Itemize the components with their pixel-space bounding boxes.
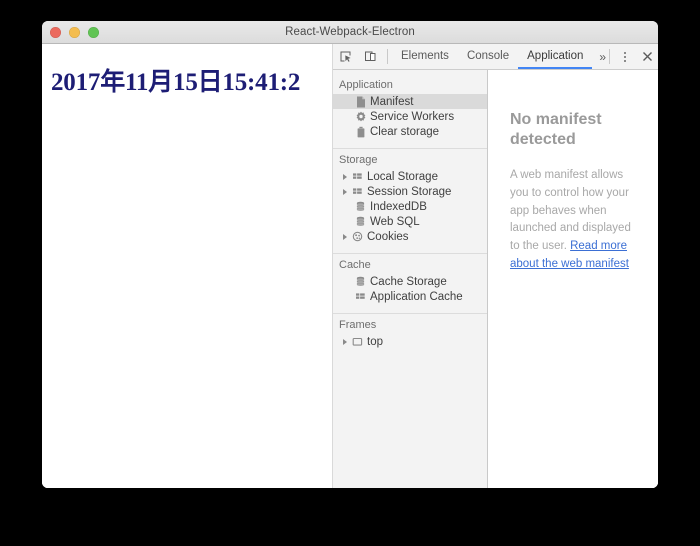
devtools-sidebar: Application Manifest Service Workers Cle… <box>333 70 488 488</box>
database-icon <box>353 201 368 212</box>
sidebar-item-web-sql[interactable]: Web SQL <box>333 214 487 229</box>
devtools-panel: Elements Console Application » Applicati… <box>333 44 658 488</box>
sidebar-item-label: Cookies <box>367 230 409 243</box>
chevron-right-icon[interactable] <box>339 338 350 345</box>
clock-text: 2017年11月15日15:41:2 <box>51 69 301 96</box>
window-titlebar[interactable]: React-Webpack-Electron <box>42 21 658 44</box>
screen: React-Webpack-Electron 2017年11月15日15:41:… <box>0 0 700 546</box>
database-icon <box>353 276 368 287</box>
devtools-toolbar: Elements Console Application » <box>333 44 658 70</box>
sidebar-section-cache: Cache Cache Storage Application Cache <box>333 256 487 308</box>
sidebar-item-top-frame[interactable]: top <box>333 334 487 349</box>
sidebar-item-cache-storage[interactable]: Cache Storage <box>333 274 487 289</box>
gear-icon <box>353 111 368 123</box>
sidebar-item-manifest[interactable]: Manifest <box>333 94 487 109</box>
more-options-icon[interactable] <box>614 44 636 69</box>
section-body-storage: Local Storage Session Storage IndexedDB … <box>333 169 487 248</box>
section-body-cache: Cache Storage Application Cache <box>333 274 487 308</box>
chevron-right-icon[interactable] <box>339 188 350 195</box>
database-icon <box>353 216 368 227</box>
tab-console[interactable]: Console <box>458 44 518 69</box>
sidebar-item-indexeddb[interactable]: IndexedDB <box>333 199 487 214</box>
app-content-pane: 2017年11月15日15:41:2 <box>42 44 333 488</box>
sidebar-item-label: Manifest <box>370 95 414 108</box>
devtools-main: Application Manifest Service Workers Cle… <box>333 70 658 488</box>
tab-application[interactable]: Application <box>518 44 593 69</box>
sidebar-item-label: IndexedDB <box>370 200 427 213</box>
sidebar-item-clear-storage[interactable]: Clear storage <box>333 124 487 139</box>
empty-state-title: No manifest detected <box>510 111 602 148</box>
inspect-element-icon[interactable] <box>333 44 358 69</box>
cookie-icon <box>350 231 365 242</box>
section-title-frames: Frames <box>339 319 377 331</box>
devtools-tab-bar: Elements Console Application » <box>392 44 606 69</box>
trash-icon <box>353 126 368 138</box>
table-icon <box>350 187 365 197</box>
window-body: 2017年11月15日15:41:2 Elements Console Appl… <box>42 44 658 488</box>
sidebar-section-frames: Frames top <box>333 316 487 353</box>
traffic-light-group <box>50 21 99 43</box>
toolbar-divider <box>387 49 388 64</box>
table-icon <box>353 292 368 302</box>
sidebar-item-local-storage[interactable]: Local Storage <box>333 169 487 184</box>
toolbar-divider-right <box>609 49 610 64</box>
window-title: React-Webpack-Electron <box>285 26 415 38</box>
sidebar-item-label: Web SQL <box>370 215 420 228</box>
sidebar-item-label: top <box>367 335 383 348</box>
sidebar-section-storage: Storage Local Storage Session Storage In… <box>333 151 487 248</box>
sidebar-section-application: Application Manifest Service Workers Cle… <box>333 76 487 143</box>
chevron-right-icon[interactable] <box>339 233 350 240</box>
sidebar-item-label: Clear storage <box>370 125 440 138</box>
section-body-frames: top <box>333 334 487 353</box>
empty-state-description: A web manifest allows you to control how… <box>510 167 640 274</box>
chevron-right-icon[interactable] <box>339 173 350 180</box>
document-icon <box>353 96 368 108</box>
table-icon <box>350 172 365 182</box>
sidebar-divider <box>333 148 487 149</box>
section-title-cache: Cache <box>339 259 371 271</box>
devtools-toolbar-right <box>605 44 658 69</box>
sidebar-item-session-storage[interactable]: Session Storage <box>333 184 487 199</box>
maximize-window-button[interactable] <box>88 26 99 38</box>
section-body-application: Manifest Service Workers Clear storage <box>333 94 487 143</box>
sidebar-item-label: Application Cache <box>370 290 463 303</box>
frame-icon <box>350 337 365 347</box>
sidebar-item-label: Cache Storage <box>370 275 447 288</box>
minimize-window-button[interactable] <box>69 26 80 38</box>
devtools-content-pane: No manifest detected A web manifest allo… <box>488 70 658 488</box>
section-title-application: Application <box>339 79 393 91</box>
sidebar-divider <box>333 253 487 254</box>
sidebar-item-application-cache[interactable]: Application Cache <box>333 289 487 304</box>
sidebar-item-cookies[interactable]: Cookies <box>333 229 487 244</box>
close-window-button[interactable] <box>50 26 61 38</box>
sidebar-item-label: Session Storage <box>367 185 452 198</box>
device-toolbar-icon[interactable] <box>358 44 383 69</box>
sidebar-item-label: Service Workers <box>370 110 455 123</box>
application-window: React-Webpack-Electron 2017年11月15日15:41:… <box>42 21 658 488</box>
section-title-storage: Storage <box>339 154 378 166</box>
tab-elements[interactable]: Elements <box>392 44 458 69</box>
sidebar-item-service-workers[interactable]: Service Workers <box>333 109 487 124</box>
sidebar-item-label: Local Storage <box>367 170 438 183</box>
close-devtools-icon[interactable] <box>636 44 658 69</box>
sidebar-divider <box>333 313 487 314</box>
